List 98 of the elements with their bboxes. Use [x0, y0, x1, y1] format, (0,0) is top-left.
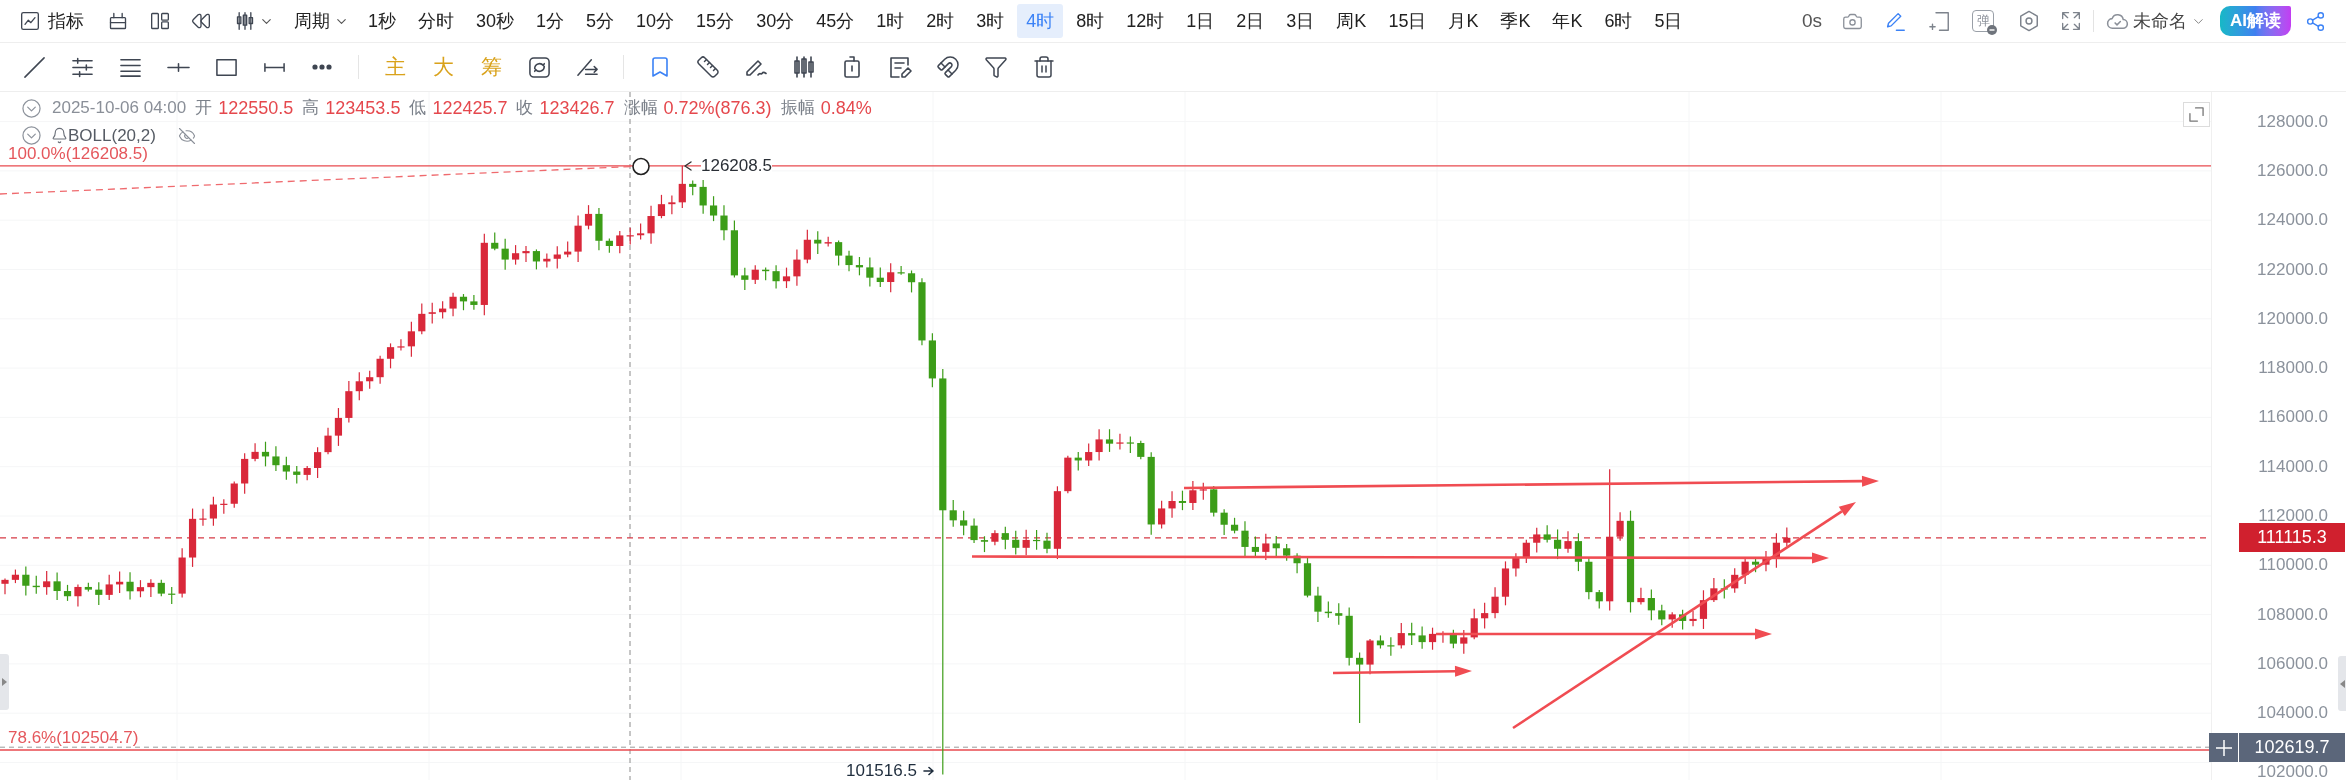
- field-label: 高: [302, 98, 320, 118]
- field-label: 收: [516, 98, 534, 118]
- candlestick-icon[interactable]: [792, 55, 816, 79]
- bell-icon[interactable]: [51, 127, 68, 144]
- fib-level-label: 100.0%(126208.5): [8, 144, 148, 163]
- arrow-right-icon: [922, 766, 934, 776]
- magnet-icon[interactable]: [936, 55, 960, 79]
- y-axis-label: 116000.0: [2258, 407, 2328, 428]
- field-value: 0.72%(876.3): [663, 98, 772, 118]
- interval-tab[interactable]: 5分: [577, 4, 624, 38]
- rewind-icon[interactable]: [191, 11, 211, 31]
- caret-left-icon[interactable]: [2339, 679, 2345, 688]
- expand-icon[interactable]: [2189, 107, 2204, 122]
- interval-tab[interactable]: 1日: [1177, 4, 1224, 38]
- field-label: 开: [195, 98, 213, 118]
- y-axis-label: 104000.0: [2257, 703, 2328, 724]
- fib-level-label: 78.6%(102504.7): [8, 729, 139, 747]
- left-panel-handle[interactable]: [0, 654, 9, 710]
- field-value: 122425.7: [432, 98, 508, 118]
- more-icon[interactable]: [312, 64, 332, 70]
- y-axis-label: 106000.0: [2257, 653, 2328, 674]
- arrow-left-icon: [684, 161, 692, 171]
- indicator-label[interactable]: BOLL(20,2): [68, 126, 156, 145]
- interval-tab[interactable]: 1秒: [359, 4, 405, 38]
- field-value: 123453.5: [325, 98, 401, 118]
- interval-tab[interactable]: 10分: [627, 4, 684, 38]
- trash-icon[interactable]: [1032, 55, 1056, 79]
- interval-tab[interactable]: 45分: [807, 4, 864, 38]
- share-icon[interactable]: [2305, 10, 2326, 32]
- layout-icon[interactable]: [150, 11, 170, 31]
- interval-tab[interactable]: 1分: [527, 4, 574, 38]
- interval-tab[interactable]: 30秒: [467, 4, 524, 38]
- layout-name-dropdown[interactable]: 未命名: [2133, 7, 2206, 35]
- y-axis-label: 122000.0: [2257, 259, 2328, 280]
- interval-tab[interactable]: 2日: [1227, 4, 1274, 38]
- interval-tab[interactable]: 15分: [687, 4, 744, 38]
- y-axis-label: 102000.0: [2257, 763, 2328, 780]
- field-value: 0.84%: [820, 98, 872, 118]
- indicators-button[interactable]: 指标: [20, 5, 84, 37]
- field-label: 振幅: [780, 98, 815, 118]
- add-marker-button[interactable]: [2209, 733, 2238, 762]
- settings-icon[interactable]: [2018, 10, 2040, 32]
- interval-tab[interactable]: 12时: [1117, 4, 1174, 38]
- y-axis-label: 114000.0: [2258, 456, 2328, 477]
- line-chart-icon[interactable]: [20, 11, 40, 31]
- filter-icon[interactable]: [984, 55, 1008, 79]
- parallel-lines-icon[interactable]: [70, 55, 94, 79]
- y-axis-label: 124000.0: [2257, 210, 2328, 231]
- interval-tab[interactable]: 3时: [967, 4, 1014, 38]
- collapse-toggle-icon[interactable]: [22, 98, 41, 118]
- note-edit-icon[interactable]: [888, 55, 912, 79]
- eye-off-icon[interactable]: [177, 126, 196, 145]
- field-label: 涨幅: [623, 98, 658, 118]
- y-axis-label: 128000.0: [2257, 111, 2328, 132]
- y-axis-label: 112000.0: [2258, 506, 2328, 526]
- interval-tab[interactable]: 30分: [747, 4, 804, 38]
- y-axis-label: 120000.0: [2257, 308, 2328, 329]
- bar-datetime: 2025-10-06 04:00: [52, 98, 187, 118]
- period-dropdown[interactable]: 周期: [294, 5, 349, 37]
- field-value: 123426.7: [539, 98, 615, 118]
- right-panel-handle[interactable]: [2338, 656, 2346, 711]
- sync-box-icon[interactable]: [527, 55, 551, 79]
- expand-button[interactable]: [2183, 102, 2210, 127]
- pencil-icon[interactable]: [1885, 10, 1906, 32]
- interval-tab[interactable]: 15日: [1379, 4, 1436, 38]
- add-panel-icon[interactable]: [1929, 10, 1950, 32]
- trend-line-icon[interactable]: [22, 55, 46, 79]
- interval-tab[interactable]: 8时: [1067, 4, 1114, 38]
- interval-tab[interactable]: 季K: [1491, 4, 1540, 38]
- y-axis-label: 126000.0: [2257, 160, 2328, 181]
- interval-tab[interactable]: 月K: [1439, 4, 1488, 38]
- low-price-label: 101516.5: [846, 762, 917, 780]
- y-axis-label: 108000.0: [2257, 604, 2328, 625]
- collapse-toggle-icon[interactable]: [22, 126, 41, 145]
- fullscreen-icon[interactable]: [2061, 11, 2081, 31]
- candlestick-icon[interactable]: [235, 11, 255, 31]
- interval-tab[interactable]: 1时: [867, 4, 914, 38]
- field-label: 低: [409, 98, 427, 118]
- interval-tab[interactable]: 分时: [409, 4, 463, 38]
- anchor-point-icon[interactable]: [632, 157, 650, 176]
- last-price-label: 111115.3: [2239, 523, 2345, 552]
- field-value: 122550.5: [218, 98, 294, 118]
- y-axis-label: 118000.0: [2258, 358, 2328, 379]
- refresh-timer: 0s: [1801, 8, 1822, 33]
- ai-interpret-button[interactable]: AI解读: [2220, 6, 2291, 36]
- interval-tab[interactable]: 5日: [1645, 4, 1692, 38]
- y-axis-label: 110000.0: [2258, 555, 2328, 576]
- minus-badge-icon: [1987, 25, 1997, 35]
- interval-tab[interactable]: 6时: [1595, 4, 1642, 38]
- interval-tab[interactable]: 周K: [1327, 4, 1376, 38]
- interval-tab[interactable]: 年K: [1543, 4, 1592, 38]
- plus-icon[interactable]: [2215, 739, 2232, 756]
- interval-tab[interactable]: 3日: [1277, 4, 1324, 38]
- interval-tab[interactable]: 2时: [917, 4, 964, 38]
- cursor-price-label: 102619.7: [2239, 733, 2345, 762]
- caret-right-icon[interactable]: [2, 678, 7, 686]
- ruler-icon[interactable]: [696, 55, 720, 79]
- panel-icon[interactable]: [108, 11, 128, 31]
